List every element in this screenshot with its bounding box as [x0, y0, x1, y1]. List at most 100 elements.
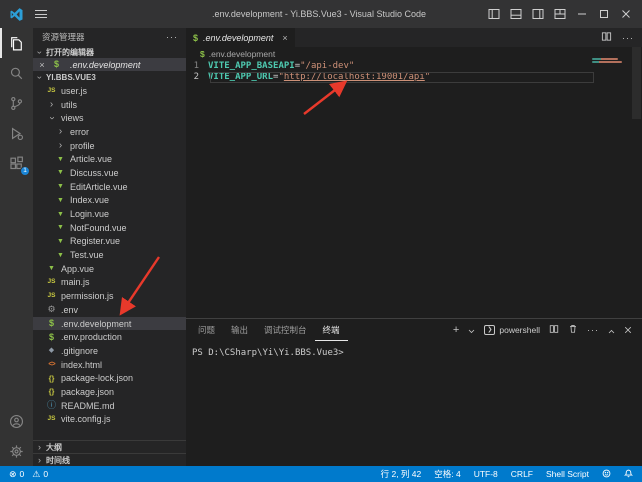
outline-section-header[interactable]: › 大纲 [33, 440, 186, 453]
tree-item[interactable]: JS user.js [33, 84, 186, 98]
tree-item[interactable]: JS permission.js [33, 289, 186, 303]
sidebar-more-actions-icon[interactable]: ··· [166, 32, 178, 42]
tree-item[interactable]: › error [33, 125, 186, 139]
tree-item[interactable]: ⓘ README.md [33, 399, 186, 413]
panel-tab[interactable]: 问题 [190, 319, 223, 341]
menu-icon[interactable] [35, 10, 47, 18]
file-type-icon: JS [45, 88, 58, 95]
editor-tab[interactable]: $ .env.development × [186, 28, 295, 47]
tree-item[interactable]: ▼ Article.vue [33, 152, 186, 166]
terminal-output[interactable]: PS D:\CSharp\Yi\Yi.BBS.Vue3> [186, 341, 642, 358]
explorer-icon[interactable] [0, 28, 33, 58]
editor-group: $ .env.development × ··· $ .env.developm… [186, 28, 642, 318]
close-panel-icon[interactable] [624, 321, 632, 339]
file-type-icon: ▼ [54, 197, 67, 204]
shell-file-icon: $ [50, 60, 63, 69]
code-area[interactable]: 1 VITE_APP_BASEAPI="/api-dev" 2 VITE_APP… [186, 60, 642, 83]
open-editor-item[interactable]: × $ .env.development [33, 58, 186, 71]
toggle-panel-icon[interactable] [510, 8, 522, 20]
tree-item[interactable]: › profile [33, 139, 186, 153]
split-terminal-icon[interactable] [549, 321, 559, 339]
tree-item[interactable]: $ .env.production [33, 330, 186, 344]
tab-label: .env.development [203, 33, 273, 43]
tree-item[interactable]: › views [33, 111, 186, 125]
window-title: .env.development - Yi.BBS.Vue3 - Visual … [150, 9, 488, 19]
tab-close-icon[interactable]: × [282, 33, 287, 43]
toggle-secondary-sidebar-icon[interactable] [532, 8, 544, 20]
split-editor-icon[interactable] [601, 29, 612, 47]
panel-tab[interactable]: 输出 [223, 319, 256, 341]
eol-sequence[interactable]: CRLF [511, 469, 533, 479]
tree-item-label: .env.development [61, 319, 131, 329]
timeline-section-header[interactable]: › 时间线 [33, 453, 186, 466]
editor-more-actions-icon[interactable]: ··· [622, 33, 634, 43]
url-link[interactable]: http://localhost:19001/api [284, 72, 425, 82]
warning-icon: ⚠ [32, 470, 40, 479]
tree-item-label: index.html [61, 360, 102, 370]
extensions-icon[interactable]: 1 [0, 148, 33, 178]
account-icon[interactable] [0, 406, 33, 436]
new-terminal-icon[interactable]: + [453, 325, 459, 336]
tree-item-label: README.md [61, 401, 115, 411]
tree-item[interactable]: <> index.html [33, 358, 186, 372]
indentation[interactable]: 空格: 4 [434, 468, 460, 480]
kill-terminal-trash-icon[interactable] [568, 321, 578, 339]
customize-layout-icon[interactable] [554, 8, 566, 20]
feedback-icon[interactable] [602, 469, 611, 480]
file-type-icon: › [54, 127, 67, 137]
project-section-header[interactable]: › YI.BBS.VUE3 [33, 71, 186, 83]
close-icon[interactable]: × [38, 60, 46, 70]
file-type-icon: JS [45, 293, 58, 300]
file-type-icon: ▼ [54, 224, 67, 231]
panel-tab[interactable]: 调试控制台 [256, 319, 315, 341]
tree-item-label: Login.vue [70, 209, 109, 219]
search-icon[interactable] [0, 58, 33, 88]
problems-warnings[interactable]: ⚠ 0 [32, 469, 48, 479]
shell-file-icon: $ [200, 49, 205, 59]
tree-item[interactable]: ⚙ .env [33, 303, 186, 317]
tree-item[interactable]: $ .env.development [33, 317, 186, 331]
open-editors-header[interactable]: › 打开的编辑器 [33, 46, 186, 58]
encoding[interactable]: UTF-8 [474, 469, 498, 479]
open-editor-label: .env.development [70, 60, 140, 70]
terminal-dropdown-icon[interactable] [468, 321, 475, 339]
tree-item[interactable]: JS main.js [33, 276, 186, 290]
tree-item[interactable]: ▼ Index.vue [33, 194, 186, 208]
settings-gear-icon[interactable] [0, 436, 33, 466]
language-mode[interactable]: Shell Script [546, 469, 589, 479]
tree-item[interactable]: {} package-lock.json [33, 371, 186, 385]
minimize-button[interactable] [576, 8, 588, 20]
maximize-button[interactable] [598, 8, 610, 20]
panel-tab[interactable]: 终端 [315, 319, 348, 341]
tree-item[interactable]: › utils [33, 98, 186, 112]
cursor-position[interactable]: 行 2, 列 42 [381, 468, 422, 480]
tree-item[interactable]: ▼ App.vue [33, 262, 186, 276]
tree-item[interactable]: ▼ EditArticle.vue [33, 180, 186, 194]
file-type-icon: ◆ [45, 347, 58, 354]
terminal-shell-selector[interactable]: ❯ powershell [484, 325, 540, 335]
explorer-sidebar: 资源管理器 ··· › 打开的编辑器 × $ .env.development … [33, 28, 186, 466]
tree-item-label: user.js [61, 86, 87, 96]
toggle-sidebar-icon[interactable] [488, 8, 500, 20]
panel-more-actions-icon[interactable]: ··· [587, 325, 599, 335]
tree-item[interactable]: JS vite.config.js [33, 413, 186, 427]
source-control-icon[interactable] [0, 88, 33, 118]
file-type-icon: ▼ [54, 211, 67, 218]
tree-item[interactable]: ▼ Test.vue [33, 248, 186, 262]
tree-item-label: main.js [61, 277, 90, 287]
notifications-bell-icon[interactable] [624, 468, 633, 480]
close-button[interactable] [620, 8, 632, 20]
tree-item[interactable]: ▼ NotFound.vue [33, 221, 186, 235]
tree-item[interactable]: ▼ Register.vue [33, 235, 186, 249]
problems-errors[interactable]: ⊗ 0 [9, 469, 24, 479]
minimap[interactable] [592, 58, 626, 64]
tree-item[interactable]: ▼ Login.vue [33, 207, 186, 221]
maximize-panel-icon[interactable] [608, 321, 615, 339]
tree-item[interactable]: ◆ .gitignore [33, 344, 186, 358]
editor-scrollbar[interactable] [632, 47, 641, 119]
tree-item[interactable]: ▼ Discuss.vue [33, 166, 186, 180]
tree-item-label: App.vue [61, 264, 94, 274]
breadcrumb[interactable]: $ .env.development [186, 47, 642, 60]
run-debug-icon[interactable] [0, 118, 33, 148]
tree-item[interactable]: {} package.json [33, 385, 186, 399]
